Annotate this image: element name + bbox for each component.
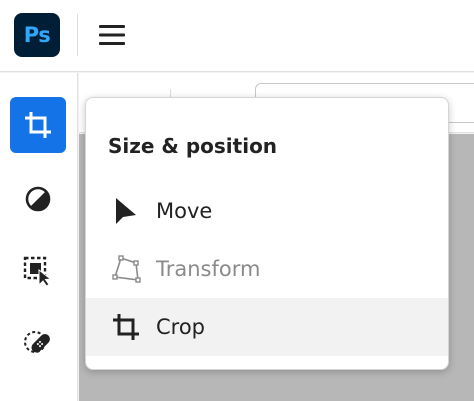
crop-icon (25, 112, 51, 138)
top-divider (77, 14, 78, 56)
move-arrow-icon (116, 198, 136, 224)
menu-item-label: Crop (156, 315, 206, 339)
size-position-popover: Size & position Move Transform Crop (85, 97, 449, 370)
tool-adjustment-button[interactable] (10, 171, 66, 227)
tool-healing-button[interactable] (10, 315, 66, 371)
left-toolbar (0, 73, 78, 401)
hamburger-menu-button[interactable] (94, 20, 130, 50)
menu-item-transform[interactable]: Transform (86, 240, 448, 298)
menu-item-label: Transform (156, 257, 261, 281)
tool-crop-button[interactable] (10, 97, 66, 153)
selection-icon (23, 256, 52, 287)
popover-title: Size & position (108, 134, 278, 158)
photoshop-logo[interactable]: Ps (14, 13, 60, 57)
menu-item-crop[interactable]: Crop (86, 298, 448, 356)
menu-item-label: Move (156, 199, 213, 223)
healing-bandage-icon (24, 331, 50, 353)
transform-icon (112, 255, 141, 283)
hamburger-icon (99, 25, 125, 45)
crop-icon (113, 314, 139, 340)
top-bar: Ps (0, 0, 474, 72)
tool-selection-button[interactable] (10, 243, 66, 299)
logo-text: Ps (23, 23, 51, 47)
menu-item-move[interactable]: Move (86, 182, 448, 240)
adjustment-icon (25, 186, 51, 212)
